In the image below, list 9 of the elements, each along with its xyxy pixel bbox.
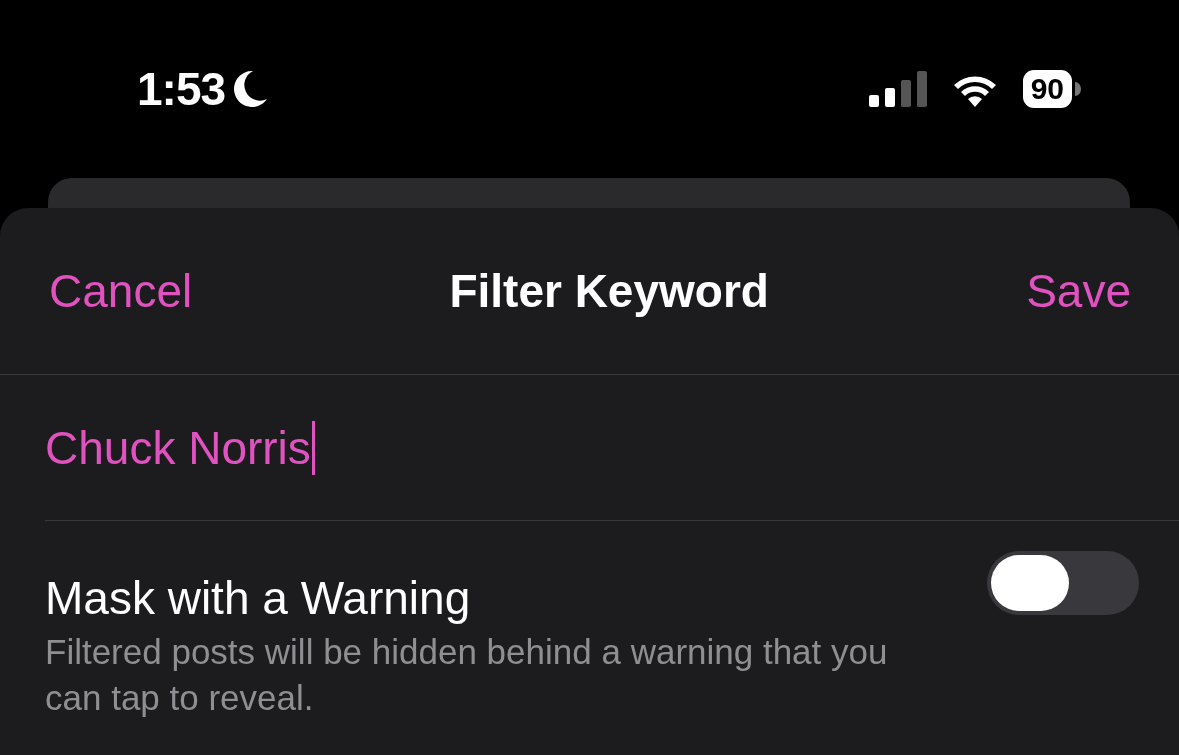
sheet-title: Filter Keyword xyxy=(449,264,769,318)
moon-icon xyxy=(233,69,270,109)
save-button[interactable]: Save xyxy=(1026,264,1131,318)
option-description: Filtered posts will be hidden behind a warning that you can tap to reveal. xyxy=(45,631,889,719)
keyword-input-field[interactable]: Chuck Norris xyxy=(45,420,315,475)
clock-time: 1:53 xyxy=(137,62,226,116)
signal-icon xyxy=(868,71,927,107)
cancel-button[interactable]: Cancel xyxy=(49,264,193,318)
option-label: Mask with a Warning xyxy=(45,571,472,625)
